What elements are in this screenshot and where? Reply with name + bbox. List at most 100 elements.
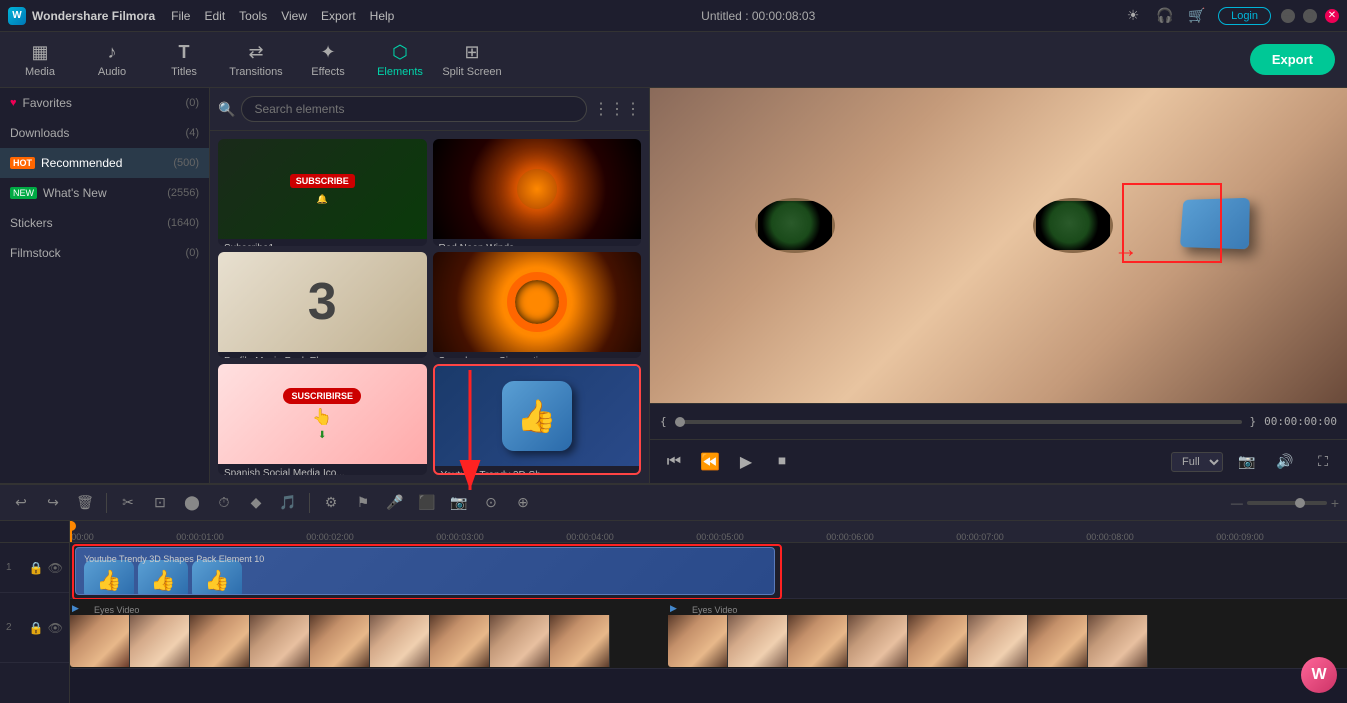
menu-help[interactable]: Help bbox=[370, 9, 395, 23]
stickers-count: (1640) bbox=[167, 217, 199, 229]
circle-button[interactable]: ⊙ bbox=[478, 490, 504, 516]
sun-ring bbox=[507, 272, 567, 332]
zoom-slider: — + bbox=[1231, 495, 1339, 511]
vframe-8 bbox=[490, 615, 550, 667]
minimize-button[interactable]: — bbox=[1281, 9, 1295, 23]
rewind-button[interactable]: ⏮ bbox=[660, 448, 688, 476]
sun-icon-btn[interactable]: ☀ bbox=[1122, 5, 1144, 27]
delete-button[interactable]: 🗑 bbox=[72, 490, 98, 516]
scrubber[interactable] bbox=[675, 420, 1242, 424]
video-icon-1: ▶ bbox=[72, 603, 79, 614]
zoom-out-icon[interactable]: — bbox=[1231, 496, 1243, 510]
zoom-in-icon[interactable]: + bbox=[1331, 495, 1339, 511]
toolbar-split-screen[interactable]: ⊞ Split Screen bbox=[436, 34, 508, 86]
transitions-icon: ⇄ bbox=[248, 42, 263, 63]
timer-button[interactable]: ⏱ bbox=[211, 490, 237, 516]
element-clip[interactable]: Youtube Trendy 3D Shapes Pack Element 10… bbox=[75, 547, 775, 595]
timeline-tracks[interactable]: 00:00:00:00 00:00:01:00 00:00:02:00 00:0… bbox=[70, 521, 1347, 703]
keyframe-button[interactable]: ◆ bbox=[243, 490, 269, 516]
grid-menu-icon[interactable]: ⋮⋮⋮ bbox=[593, 99, 641, 119]
quality-select[interactable]: Full bbox=[1171, 452, 1223, 472]
toolbar-titles-label: Titles bbox=[171, 66, 197, 78]
track-lock-icon[interactable]: 🔒 bbox=[29, 561, 44, 575]
search-input[interactable] bbox=[241, 96, 587, 122]
sidebar-item-stickers[interactable]: Stickers (1640) bbox=[0, 208, 209, 238]
sidebar-item-downloads[interactable]: Downloads (4) bbox=[0, 118, 209, 148]
play-button[interactable]: ▶ bbox=[732, 448, 760, 476]
headphone-icon-btn[interactable]: 🎧 bbox=[1154, 5, 1176, 27]
element-card-youtube[interactable]: 👍 Youtube Trendy 3D Sh... bbox=[433, 364, 642, 475]
stop-button[interactable]: ⏹ bbox=[768, 448, 796, 476]
toolbar-elements[interactable]: ⬡ Elements bbox=[364, 34, 436, 86]
menu-export[interactable]: Export bbox=[321, 9, 356, 23]
timecode-left-bracket: { bbox=[660, 415, 667, 428]
menu-edit[interactable]: Edit bbox=[204, 9, 225, 23]
menu-tools[interactable]: Tools bbox=[239, 9, 267, 23]
step-back-button[interactable]: ⏪ bbox=[696, 448, 724, 476]
track-2-lock-icon[interactable]: 🔒 bbox=[29, 621, 44, 635]
video-clip-2[interactable]: ▶ Eyes Video bbox=[668, 601, 1168, 667]
element-card-social[interactable]: SUSCRIBIRSE 👆 ⬇ Spanish Social Media Ico… bbox=[218, 364, 427, 475]
camera-button[interactable]: 📷 bbox=[446, 490, 472, 516]
sidebar-item-filmstock[interactable]: Filmstock (0) bbox=[0, 238, 209, 268]
sidebar-item-whats-new[interactable]: NEW What's New (2556) bbox=[0, 178, 209, 208]
snapshot-button[interactable]: 📷 bbox=[1233, 448, 1261, 476]
new-badge: NEW bbox=[10, 187, 37, 199]
app-logo: W bbox=[8, 7, 26, 25]
stabilize-button[interactable]: ⊕ bbox=[510, 490, 536, 516]
track-eye-icon[interactable]: 👁 bbox=[48, 561, 63, 575]
crop-button[interactable]: ⊡ bbox=[147, 490, 173, 516]
eye-left bbox=[755, 198, 835, 253]
export-button[interactable]: Export bbox=[1250, 44, 1335, 75]
color-button[interactable]: ⬤ bbox=[179, 490, 205, 516]
corner-logo-text: W bbox=[1311, 666, 1326, 684]
ruler-mark-4: 00:00:04:00 bbox=[566, 532, 614, 542]
toolbar-effects[interactable]: ✦ Effects bbox=[292, 34, 364, 86]
ruler-mark-1: 00:00:01:00 bbox=[176, 532, 224, 542]
profile-number: 3 bbox=[308, 272, 337, 332]
track-row-1: Youtube Trendy 3D Shapes Pack Element 10… bbox=[70, 543, 1347, 599]
maximize-button[interactable]: □ bbox=[1303, 9, 1317, 23]
flag-button[interactable]: ⚑ bbox=[350, 490, 376, 516]
element-card-subscribe1[interactable]: SUBSCRIBE 🔔 Subscribe1 bbox=[218, 139, 427, 246]
vframe-2 bbox=[130, 615, 190, 667]
video-frames-1 bbox=[70, 601, 650, 667]
playhead[interactable] bbox=[70, 521, 72, 542]
hot-badge: HOT bbox=[10, 157, 35, 169]
redo-button[interactable]: ↪ bbox=[40, 490, 66, 516]
fullscreen-button[interactable]: ⛶ bbox=[1309, 448, 1337, 476]
track-2-eye-icon[interactable]: 👁 bbox=[48, 621, 63, 635]
sidebar-item-favorites[interactable]: ♥ Favorites (0) bbox=[0, 88, 209, 118]
video-preview: → bbox=[650, 88, 1347, 403]
zoom-track[interactable] bbox=[1247, 501, 1327, 505]
cut-button[interactable]: ✂ bbox=[115, 490, 141, 516]
superheroes-thumb bbox=[433, 252, 642, 352]
ruler-mark-9: 00:00:09:00 bbox=[1216, 532, 1264, 542]
menu-file[interactable]: File bbox=[171, 9, 190, 23]
menu-view[interactable]: View bbox=[281, 9, 307, 23]
element-card-neon[interactable]: Red Neon Winds bbox=[433, 139, 642, 246]
recommended-label: Recommended bbox=[41, 156, 122, 170]
close-button[interactable]: ✕ bbox=[1325, 9, 1339, 23]
audio-button[interactable]: 🎵 bbox=[275, 490, 301, 516]
pip-button[interactable]: ⬛ bbox=[414, 490, 440, 516]
toolbar-transitions[interactable]: ⇄ Transitions bbox=[220, 34, 292, 86]
video-clip-1[interactable]: ▶ Eyes Video bbox=[70, 601, 650, 667]
volume-button[interactable]: 🔊 bbox=[1271, 448, 1299, 476]
preview-scrubber-bar: { } 00:00:00:00 bbox=[650, 403, 1347, 439]
toolbar-elements-label: Elements bbox=[377, 66, 423, 78]
mic-button[interactable]: 🎤 bbox=[382, 490, 408, 516]
clip-gap bbox=[650, 601, 668, 667]
undo-button[interactable]: ↩ bbox=[8, 490, 34, 516]
cart-icon-btn[interactable]: 🛒 bbox=[1186, 5, 1208, 27]
timecode-right-bracket: } bbox=[1250, 415, 1257, 428]
sidebar-item-recommended[interactable]: HOT Recommended (500) bbox=[0, 148, 209, 178]
toolbar-titles[interactable]: T Titles bbox=[148, 34, 220, 86]
toolbar-media-label: Media bbox=[25, 66, 55, 78]
element-card-superheroes[interactable]: Superheroes Cinematic ... bbox=[433, 252, 642, 359]
element-card-profile[interactable]: 3 Profile Movie Pack Elem... bbox=[218, 252, 427, 359]
login-button[interactable]: Login bbox=[1218, 7, 1271, 25]
toolbar-media[interactable]: ▦ Media bbox=[4, 34, 76, 86]
settings-button[interactable]: ⚙ bbox=[318, 490, 344, 516]
toolbar-audio[interactable]: ♪ Audio bbox=[76, 34, 148, 86]
